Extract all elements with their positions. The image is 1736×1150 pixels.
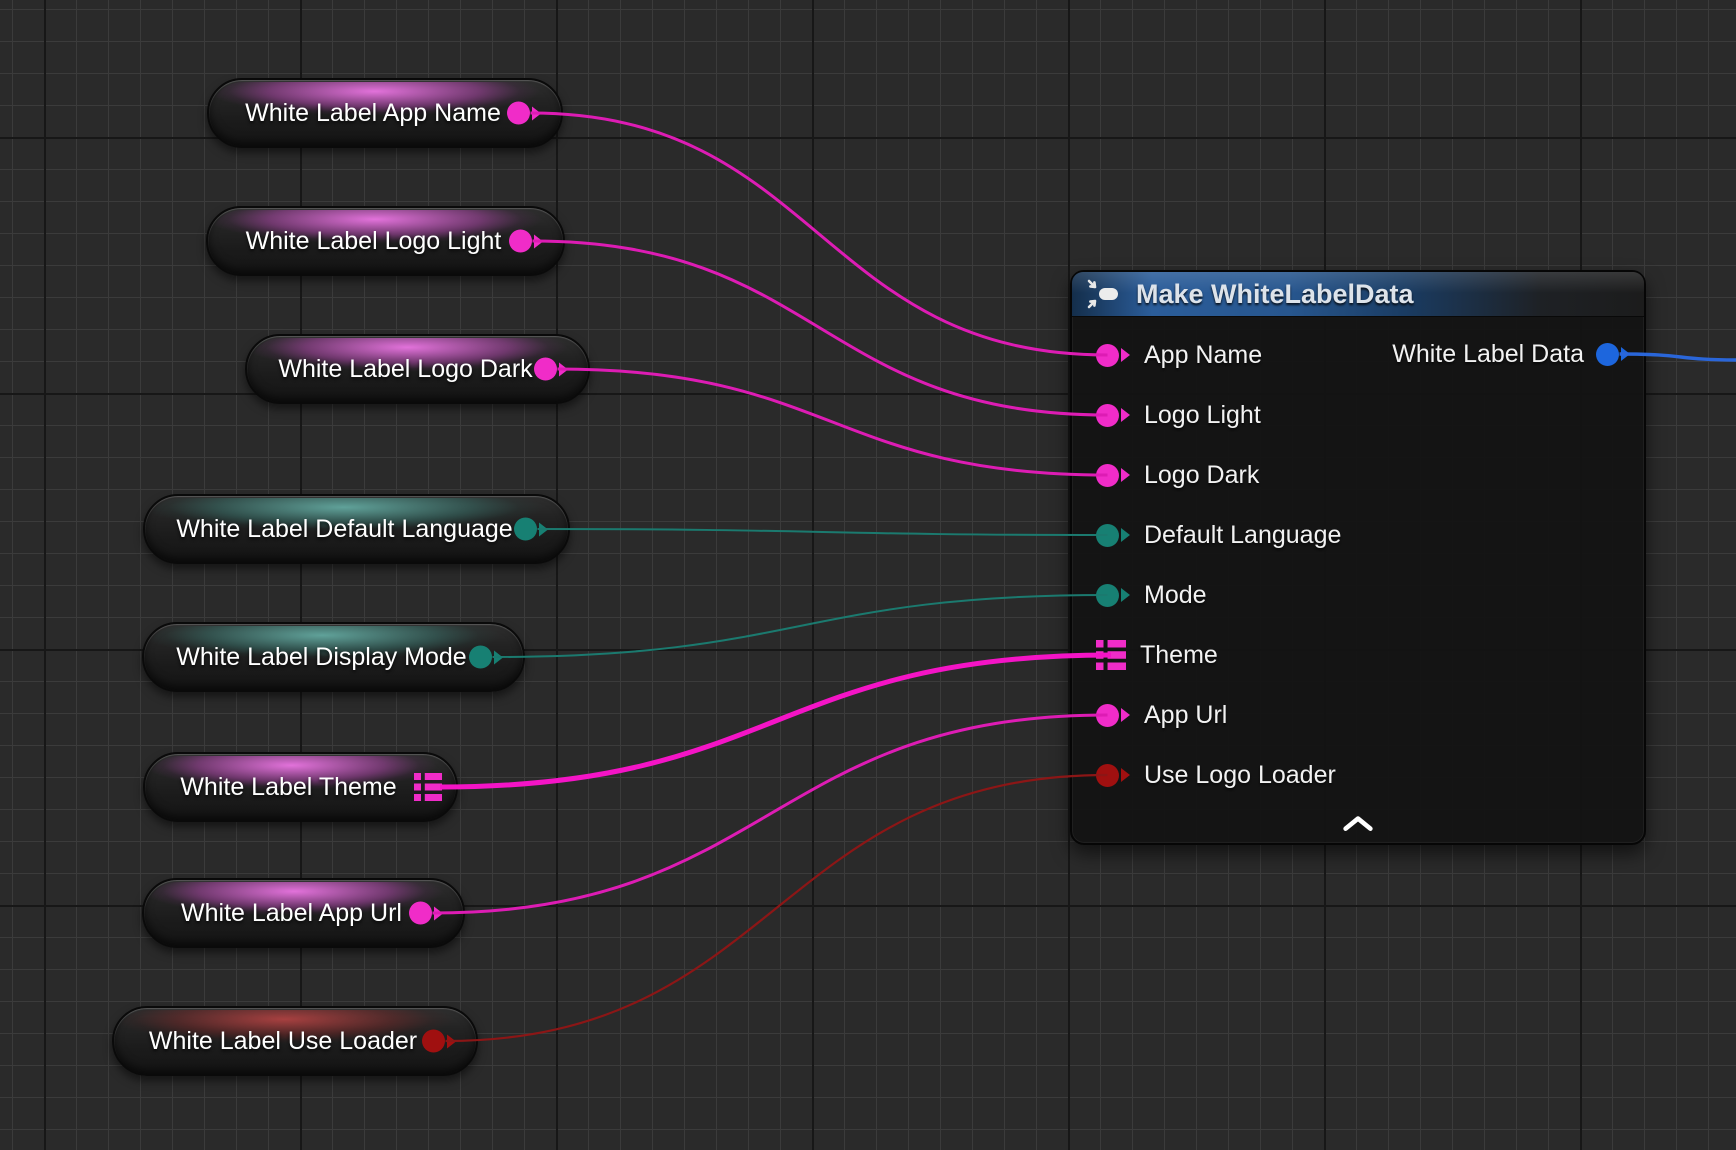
pin-dot-icon (1096, 584, 1119, 607)
pin-arrow-icon (434, 906, 443, 920)
pin-row: App Url (1096, 685, 1644, 745)
pin-label: Mode (1144, 581, 1207, 610)
pin-dot-icon (409, 902, 432, 925)
make-whitelabeldata-node[interactable]: Make WhiteLabelData App Name Logo Light … (1070, 270, 1646, 845)
getter-node-white-label-app-name[interactable]: White Label App Name (207, 78, 563, 148)
struct-grid-icon (414, 773, 442, 801)
input-pin-use-logo-loader[interactable] (1096, 764, 1130, 787)
getter-node-white-label-logo-dark[interactable]: White Label Logo Dark (245, 334, 590, 404)
input-pin-logo-dark[interactable] (1096, 464, 1130, 487)
node-title-bar[interactable]: Make WhiteLabelData (1072, 272, 1644, 317)
pin-arrow-icon (494, 650, 503, 664)
make-struct-icon (1086, 279, 1124, 309)
string-output-pin[interactable] (409, 902, 443, 925)
getter-node-label: White Label Logo Dark (278, 355, 532, 384)
pin-label: Default Language (1144, 521, 1341, 550)
pin-arrow-icon (447, 1034, 456, 1048)
input-pin-logo-light[interactable] (1096, 404, 1130, 427)
getter-node-white-label-default-language[interactable]: White Label Default Language (143, 494, 570, 564)
getter-node-label: White Label Logo Light (246, 227, 502, 256)
output-pin-row: White Label Data (1392, 324, 1630, 384)
bool-output-pin[interactable] (422, 1030, 456, 1053)
wire (538, 529, 1108, 535)
getter-node-label: White Label App Name (245, 99, 501, 128)
pin-dot-icon (1596, 343, 1619, 366)
wire (493, 595, 1108, 657)
pin-arrow-icon (1121, 348, 1130, 362)
pin-row: Mode (1096, 565, 1644, 625)
getter-node-label: White Label Display Mode (176, 643, 466, 672)
pin-arrow-icon (1121, 588, 1130, 602)
pin-label: App Url (1144, 701, 1227, 730)
enum-output-pin[interactable] (469, 646, 503, 669)
pin-arrow-icon (559, 362, 568, 376)
string-output-pin[interactable] (534, 358, 568, 381)
output-pin-label: White Label Data (1392, 340, 1584, 369)
getter-node-white-label-display-mode[interactable]: White Label Display Mode (142, 622, 525, 692)
pin-label: App Name (1144, 341, 1262, 370)
wire (533, 241, 1108, 415)
input-pin-mode[interactable] (1096, 584, 1130, 607)
pin-dot-icon (1096, 704, 1119, 727)
pin-row: Use Logo Loader (1096, 745, 1644, 805)
pin-row: Default Language (1096, 505, 1644, 565)
pin-arrow-icon (1121, 468, 1130, 482)
pin-dot-icon (1096, 524, 1119, 547)
wire (446, 775, 1108, 1041)
input-pin-theme[interactable] (1096, 640, 1126, 670)
pin-row: Theme (1096, 625, 1644, 685)
struct-grid-icon (1096, 640, 1126, 670)
wire (433, 715, 1108, 913)
pin-dot-icon (1096, 764, 1119, 787)
pin-row: Logo Dark (1096, 445, 1644, 505)
pin-dot-icon (514, 518, 537, 541)
pin-label: Logo Light (1144, 401, 1261, 430)
pin-dot-icon (534, 358, 557, 381)
pin-label: Logo Dark (1144, 461, 1259, 490)
pin-dot-icon (1096, 404, 1119, 427)
pin-label: Theme (1140, 641, 1218, 670)
pin-arrow-icon (1121, 768, 1130, 782)
wire (440, 655, 1111, 787)
pin-dot-icon (1096, 344, 1119, 367)
string-output-pin[interactable] (507, 102, 541, 125)
pin-dot-icon (422, 1030, 445, 1053)
getter-node-white-label-use-loader[interactable]: White Label Use Loader (112, 1006, 478, 1076)
output-pin-white-label-data[interactable] (1596, 343, 1630, 366)
getter-node-label: White Label App Url (181, 899, 402, 928)
collapse-node-button[interactable] (1335, 811, 1381, 837)
getter-node-white-label-logo-light[interactable]: White Label Logo Light (206, 206, 565, 276)
getter-node-white-label-app-url[interactable]: White Label App Url (142, 878, 465, 948)
pin-arrow-icon (1621, 347, 1630, 361)
pin-dot-icon (469, 646, 492, 669)
getter-node-label: White Label Theme (180, 773, 396, 802)
node-title: Make WhiteLabelData (1136, 279, 1414, 310)
getter-node-label: White Label Default Language (176, 515, 512, 544)
pin-dot-icon (1096, 464, 1119, 487)
enum-output-pin[interactable] (514, 518, 548, 541)
pin-arrow-icon (532, 106, 541, 120)
input-pin-default-language[interactable] (1096, 524, 1130, 547)
node-pin-list: App Name Logo Light Logo Dark Default La… (1072, 317, 1644, 805)
pin-arrow-icon (534, 234, 543, 248)
pin-arrow-icon (539, 522, 548, 536)
input-pin-app-name[interactable] (1096, 344, 1130, 367)
chevron-up-icon (1341, 814, 1375, 834)
string-output-pin[interactable] (509, 230, 543, 253)
getter-node-white-label-theme[interactable]: White Label Theme (143, 752, 458, 822)
input-pin-app-url[interactable] (1096, 704, 1130, 727)
pin-arrow-icon (1121, 528, 1130, 542)
pin-arrow-icon (1121, 708, 1130, 722)
getter-node-label: White Label Use Loader (149, 1027, 417, 1056)
pin-label: Use Logo Loader (1144, 761, 1336, 790)
pin-dot-icon (507, 102, 530, 125)
pin-arrow-icon (1121, 408, 1130, 422)
wire (531, 113, 1108, 355)
pin-dot-icon (509, 230, 532, 253)
blueprint-graph-canvas[interactable]: White Label App Name White Label Logo Li… (0, 0, 1736, 1150)
wire (558, 369, 1108, 475)
struct-output-pin[interactable] (414, 773, 442, 801)
pin-row: Logo Light (1096, 385, 1644, 445)
